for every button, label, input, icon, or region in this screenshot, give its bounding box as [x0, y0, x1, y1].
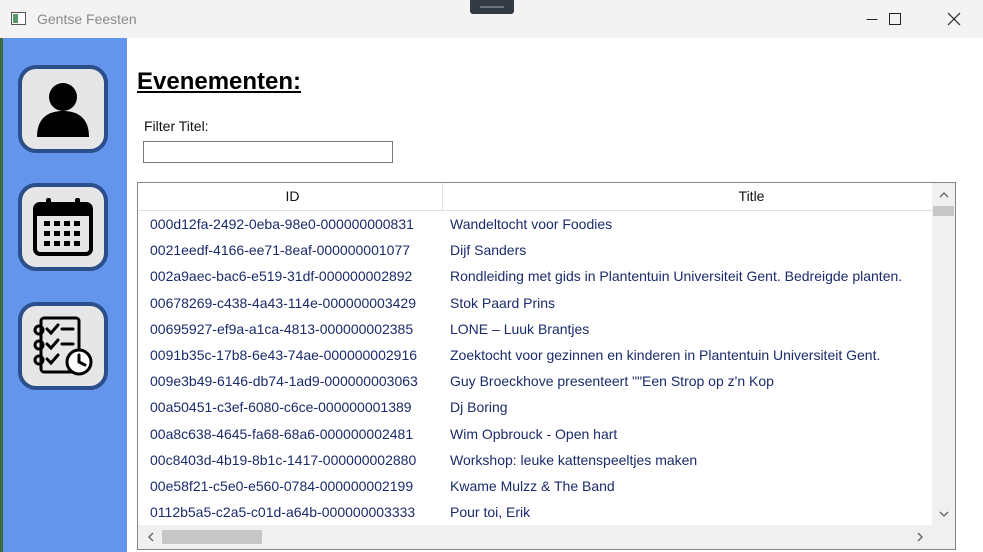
cell-id: 0091b35c-17b8-6e43-74ae-000000002916	[150, 346, 418, 363]
scroll-right-button[interactable]	[911, 528, 928, 545]
table-row[interactable]: 00a8c638-4645-fa68-68a6-000000002481 Wim …	[138, 421, 932, 447]
cell-title: Wandeltocht voor Foodies	[450, 216, 613, 232]
table-row[interactable]: 009e3b49-6146-db74-1ad9-000000003063 Guy …	[138, 368, 932, 394]
table-row[interactable]: 00678269-c438-4a43-114e-000000003429 Stok…	[138, 290, 932, 316]
page-title: Evenementen:	[137, 68, 302, 95]
column-header-id[interactable]: ID	[143, 183, 443, 210]
table-row[interactable]: 002a9aec-bac6-e519-31df-000000002892 Rond…	[138, 263, 932, 289]
maximize-icon	[889, 13, 901, 25]
cell-id: 00678269-c438-4a43-114e-000000003429	[150, 294, 416, 311]
nav-tasks-button[interactable]	[18, 302, 108, 390]
scroll-left-button[interactable]	[142, 528, 159, 545]
title-bar[interactable]: Gentse Feesten	[0, 0, 983, 38]
table-row[interactable]: 00e58f21-c5e0-e560-0784-000000002199 Kwam…	[138, 473, 932, 499]
window-handle	[470, 0, 514, 14]
chevron-down-icon	[939, 511, 948, 517]
cell-title: Pour toi, Erik	[450, 504, 531, 521]
cell-id: 00c8403d-4b19-8b1c-1417-000000002880	[150, 451, 417, 468]
cell-title: Stok Paard Prins	[450, 294, 556, 311]
table-row[interactable]: 0021eedf-4166-ee71-8eaf-000000001077 Dijf…	[138, 237, 932, 263]
cell-title: Rondleiding met gids in Plantentuin Univ…	[450, 268, 903, 285]
cell-title: Wim Opbrouck - Open hart	[450, 425, 618, 442]
events-table[interactable]: ID Title 000d12fa-2492-0eba-98e0-0000000…	[137, 182, 956, 550]
cell-title: Dijf Sanders	[450, 242, 527, 259]
calendar-icon	[33, 198, 93, 256]
table-row[interactable]: 0112b5a5-c2a5-c01d-a64b-000000003333 Pour…	[138, 499, 932, 525]
cell-id: 00a8c638-4645-fa68-68a6-000000002481	[150, 425, 414, 442]
close-button[interactable]	[931, 0, 977, 38]
cell-id: 00e58f21-c5e0-e560-0784-000000002199	[150, 477, 414, 494]
scroll-up-button[interactable]	[935, 186, 952, 203]
window-title: Gentse Feesten	[37, 11, 137, 27]
table-body: 000d12fa-2492-0eba-98e0-000000000831 Wand…	[138, 211, 932, 525]
cell-title: Dj Boring	[450, 399, 508, 416]
table-row[interactable]: 000d12fa-2492-0eba-98e0-000000000831 Wand…	[138, 211, 932, 237]
cell-id: 0021eedf-4166-ee71-8eaf-000000001077	[150, 242, 411, 259]
user-icon	[37, 83, 89, 137]
nav-profile-button[interactable]	[18, 65, 108, 153]
scroll-down-button[interactable]	[935, 505, 952, 522]
cell-id: 0112b5a5-c2a5-c01d-a64b-000000003333	[150, 504, 416, 521]
cell-id: 002a9aec-bac6-e519-31df-000000002892	[150, 268, 413, 285]
cell-id: 00695927-ef9a-a1ca-4813-000000002385	[150, 320, 414, 337]
scrollbar-corner	[932, 525, 955, 549]
checklist-clock-icon	[33, 316, 93, 376]
cell-id: 000d12fa-2492-0eba-98e0-000000000831	[150, 216, 414, 232]
table-row[interactable]: 00c8403d-4b19-8b1c-1417-000000002880 Work…	[138, 447, 932, 473]
cell-title: LONE – Luuk Brantjes	[450, 320, 590, 337]
cell-id: 009e3b49-6146-db74-1ad9-000000003063	[150, 373, 418, 390]
nav-calendar-button[interactable]	[18, 183, 108, 271]
cell-title: Guy Broeckhove presenteert ""Een Strop o…	[450, 373, 774, 390]
vertical-scroll-thumb[interactable]	[933, 206, 954, 216]
horizontal-scrollbar[interactable]	[138, 525, 932, 549]
close-icon	[947, 12, 961, 26]
chevron-up-icon	[939, 191, 948, 197]
filter-title-label: Filter Titel:	[144, 118, 209, 134]
table-row[interactable]: 00695927-ef9a-a1ca-4813-000000002385 LONE…	[138, 316, 932, 342]
app-icon	[11, 12, 26, 25]
filter-title-input[interactable]	[143, 141, 393, 163]
chevron-right-icon	[917, 532, 923, 541]
horizontal-scroll-thumb[interactable]	[162, 530, 262, 544]
cell-title: Kwame Mulzz & The Band	[450, 477, 615, 494]
vertical-scrollbar[interactable]	[932, 183, 955, 525]
column-header-title[interactable]: Title	[443, 183, 955, 210]
sidebar-edge	[0, 38, 3, 552]
table-header: ID Title	[138, 183, 932, 211]
cell-title: Zoektocht voor gezinnen en kinderen in P…	[450, 346, 881, 363]
table-row[interactable]: 00a50451-c3ef-6080-c6ce-000000001389 Dj B…	[138, 394, 932, 420]
cell-title: Workshop: leuke kattenspeeltjes maken	[450, 451, 698, 468]
table-row[interactable]: 0091b35c-17b8-6e43-74ae-000000002916 Zoek…	[138, 342, 932, 368]
cell-id: 00a50451-c3ef-6080-c6ce-000000001389	[150, 399, 412, 416]
maximize-button[interactable]	[872, 0, 918, 38]
chevron-left-icon	[147, 532, 153, 541]
